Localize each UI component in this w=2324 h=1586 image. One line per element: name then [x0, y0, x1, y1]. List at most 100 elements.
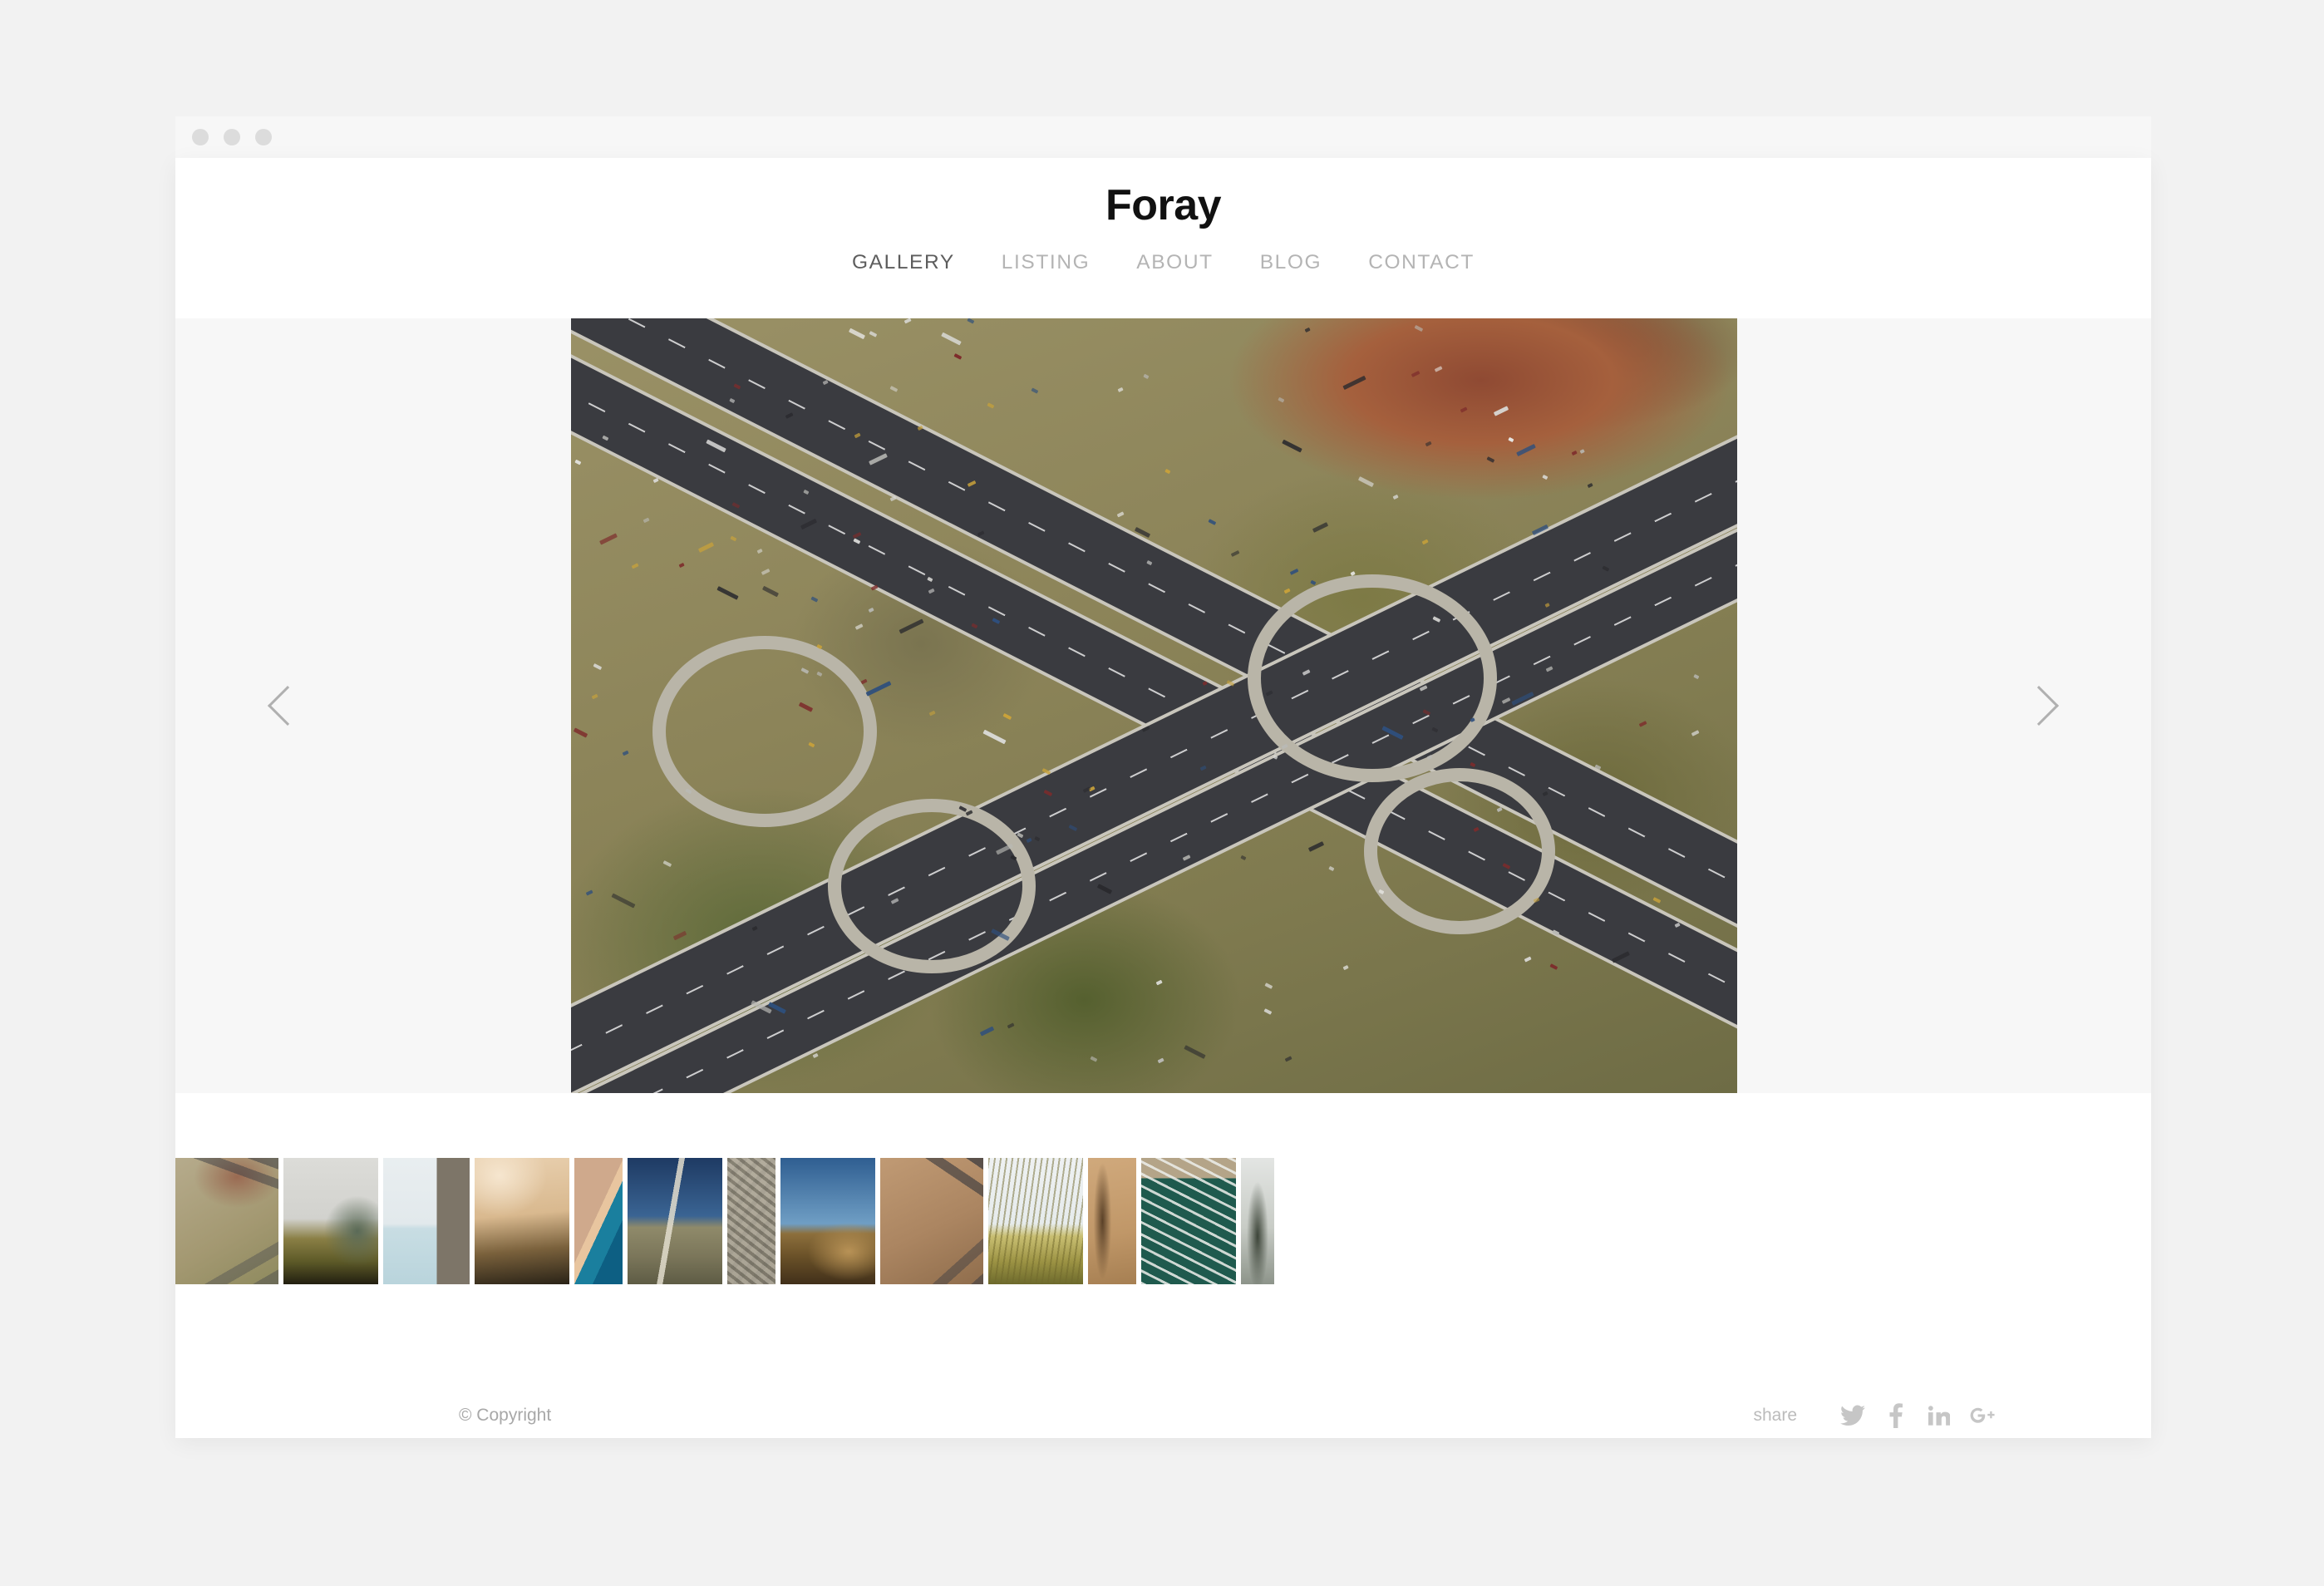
thumbnail-10[interactable]	[1088, 1158, 1136, 1284]
maximize-dot[interactable]	[255, 129, 272, 145]
thumbnail-9[interactable]	[988, 1158, 1083, 1284]
vehicle-speck	[1117, 511, 1125, 517]
vehicle-speck	[1328, 866, 1334, 871]
vehicle-speck	[1227, 680, 1235, 686]
vehicle-speck	[1282, 440, 1302, 453]
vehicle-speck	[1284, 1056, 1292, 1061]
vehicle-speck	[941, 332, 961, 345]
vehicle-speck	[1411, 371, 1420, 377]
chevron-right-icon	[2019, 686, 2059, 726]
nav-item-blog[interactable]: BLOG	[1237, 251, 1345, 274]
vehicle-speck	[716, 586, 739, 600]
vehicle-speck	[1549, 964, 1557, 970]
vehicle-speck	[762, 586, 779, 598]
vehicle-speck	[968, 318, 975, 323]
vehicle-speck	[622, 751, 628, 756]
thumbnail-8[interactable]	[880, 1158, 983, 1284]
site-footer: © Copyright share	[175, 1284, 2151, 1438]
vehicle-speck	[1117, 387, 1123, 392]
vehicle-speck	[731, 536, 737, 541]
thumbnail-2[interactable]	[383, 1158, 470, 1284]
thumbnail-5[interactable]	[628, 1158, 722, 1284]
thumbnail-strip[interactable]	[175, 1158, 2151, 1284]
vehicle-speck	[1494, 406, 1509, 416]
vehicle-speck	[1042, 768, 1051, 774]
ramp-loop	[828, 799, 1036, 973]
facebook-icon[interactable]	[1877, 1399, 1915, 1432]
browser-titlebar	[175, 116, 2151, 158]
vehicle-speck	[849, 328, 865, 339]
nav-item-gallery[interactable]: GALLERY	[829, 251, 978, 274]
vehicle-speck	[1516, 444, 1536, 456]
ramp-loop	[1364, 768, 1555, 934]
vehicle-speck	[1003, 713, 1012, 720]
vehicle-speck	[1572, 451, 1578, 456]
vehicle-speck	[987, 402, 995, 408]
vehicle-speck	[861, 678, 868, 683]
vehicle-speck	[1231, 550, 1239, 556]
vehicle-speck	[1165, 469, 1171, 474]
hero-image[interactable]	[571, 318, 1737, 1093]
share-block: share	[1753, 1399, 2001, 1432]
vehicle-speck	[1240, 855, 1246, 860]
vehicle-speck	[585, 889, 593, 895]
vehicle-speck	[1693, 674, 1699, 679]
googleplus-icon[interactable]	[1963, 1399, 2001, 1432]
thumbnail-12[interactable]	[1241, 1158, 1274, 1284]
vehicle-speck	[1422, 539, 1429, 544]
thumbnail-3[interactable]	[475, 1158, 569, 1284]
vehicle-speck	[673, 930, 687, 940]
vehicle-speck	[869, 608, 874, 613]
nav-item-listing[interactable]: LISTING	[978, 251, 1114, 274]
vehicle-speck	[869, 331, 878, 337]
gallery-spacer	[175, 1093, 2151, 1158]
vehicle-speck	[757, 548, 763, 553]
vehicle-speck	[870, 585, 878, 591]
vehicle-speck	[1278, 396, 1285, 401]
vehicle-speck	[1542, 475, 1548, 480]
vehicle-speck	[1308, 841, 1324, 852]
vehicle-speck	[1135, 527, 1150, 538]
minimize-dot[interactable]	[224, 129, 240, 145]
main-navigation: GALLERY LISTING ABOUT BLOG CONTACT	[175, 251, 2151, 274]
vehicle-speck	[1594, 765, 1601, 770]
thumbnail-4[interactable]	[574, 1158, 623, 1284]
vehicle-speck	[574, 727, 588, 737]
vehicle-speck	[904, 318, 912, 323]
nav-item-contact[interactable]: CONTACT	[1345, 251, 1498, 274]
linkedin-icon[interactable]	[1920, 1399, 1958, 1432]
vehicle-speck	[1265, 983, 1273, 988]
nav-item-about[interactable]: ABOUT	[1113, 251, 1236, 274]
vehicle-speck	[1305, 328, 1311, 332]
page-title: Foray	[175, 180, 2151, 230]
vehicle-speck	[1524, 956, 1532, 962]
next-slide-button[interactable]	[2010, 677, 2068, 735]
prev-slide-button[interactable]	[258, 677, 317, 735]
hero-photo-canvas	[571, 318, 1737, 1093]
vehicle-speck	[761, 569, 769, 575]
thumbnail-11[interactable]	[1141, 1158, 1236, 1284]
vehicle-speck	[632, 564, 639, 569]
vehicle-speck	[698, 542, 714, 553]
vehicle-speck	[1509, 437, 1514, 442]
vehicle-speck	[1652, 897, 1661, 903]
vehicle-speck	[612, 893, 636, 908]
vehicle-speck	[1358, 476, 1374, 487]
vehicle-speck	[1342, 965, 1348, 970]
twitter-icon[interactable]	[1834, 1399, 1872, 1432]
thumbnail-0[interactable]	[175, 1158, 278, 1284]
vehicle-speck	[593, 663, 601, 669]
thumbnail-1[interactable]	[283, 1158, 378, 1284]
vehicle-speck	[599, 533, 618, 544]
gallery-stage	[175, 318, 2151, 1093]
browser-window: Foray GALLERYLISTINGABOUTBLOGCONTACT	[175, 116, 2151, 1438]
vehicle-speck	[1155, 979, 1162, 984]
thumbnail-7[interactable]	[780, 1158, 875, 1284]
vehicle-speck	[1310, 580, 1316, 585]
close-dot[interactable]	[192, 129, 209, 145]
vehicle-speck	[1032, 388, 1038, 394]
thumbnail-6[interactable]	[727, 1158, 775, 1284]
vehicle-speck	[1639, 721, 1647, 727]
vehicle-speck	[591, 693, 598, 698]
vehicle-speck	[1587, 483, 1593, 488]
